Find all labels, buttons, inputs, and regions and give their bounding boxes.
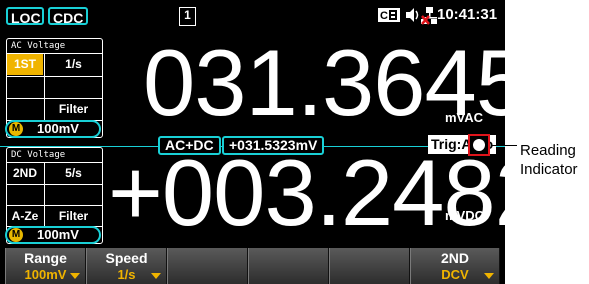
order-badge-2nd: 2ND [12,166,37,180]
svg-text:C: C [380,10,388,22]
range-softkey[interactable]: Range 100mV [5,248,86,284]
softkey-4[interactable] [248,248,329,284]
status-bar: LOC CDC 1 C 10:41:31 [0,0,505,30]
softkey-title: 2ND [440,250,469,266]
stack-icon: 1 [179,7,196,26]
softkey-5[interactable] [329,248,410,284]
autozero-indicator: A-Ze [11,209,39,223]
secondary-range: 100mV [37,227,79,242]
clock: 10:41:31 [437,6,498,23]
primary-speed: 1/s [65,57,82,71]
lan-disconnected-icon [421,7,437,25]
dropdown-arrow-icon [151,273,161,279]
primary-filter: Filter [58,102,89,116]
primary-range-indicator: M 100mV [5,120,101,138]
m-range-icon: M [9,228,23,242]
softkey-title: Speed [105,250,148,266]
second-function-softkey[interactable]: 2ND DCV [410,248,500,284]
secondary-range-indicator: M 100mV [5,226,101,244]
beep-icon [406,8,419,22]
primary-unit: mVAC [445,110,484,125]
secondary-speed: 5/s [65,166,82,180]
ce-icon: C [378,8,400,22]
callout-line [491,145,517,146]
loc-badge[interactable]: LOC [6,7,44,26]
softkey-title: Range [24,250,67,266]
order-badge-1st: 1ST [7,54,43,75]
callout-line-1: Reading [520,142,576,159]
meter-screen: LOC CDC 1 C 10:41:31 AC Voltage 1ST 1/s … [0,0,505,284]
secondary-unit: mVDC [445,208,485,223]
callout-line-2: Indicator [520,161,578,178]
primary-range: 100mV [37,121,79,136]
reading-indicator-callout: Reading Indicator [520,141,578,179]
secondary-reading: +003.2482 [108,140,505,245]
m-range-icon: M [9,122,23,136]
primary-function-title: AC Voltage [11,41,66,51]
dropdown-arrow-icon [70,273,80,279]
speed-softkey[interactable]: Speed 1/s [86,248,167,284]
softkey-3[interactable] [167,248,248,284]
cdc-badge[interactable]: CDC [48,7,88,26]
softkey-bar: Range 100mV Speed 1/s 2ND DCV [0,248,505,284]
dropdown-arrow-icon [484,273,494,279]
secondary-function-title: DC Voltage [11,150,66,160]
secondary-filter: Filter [58,209,89,223]
